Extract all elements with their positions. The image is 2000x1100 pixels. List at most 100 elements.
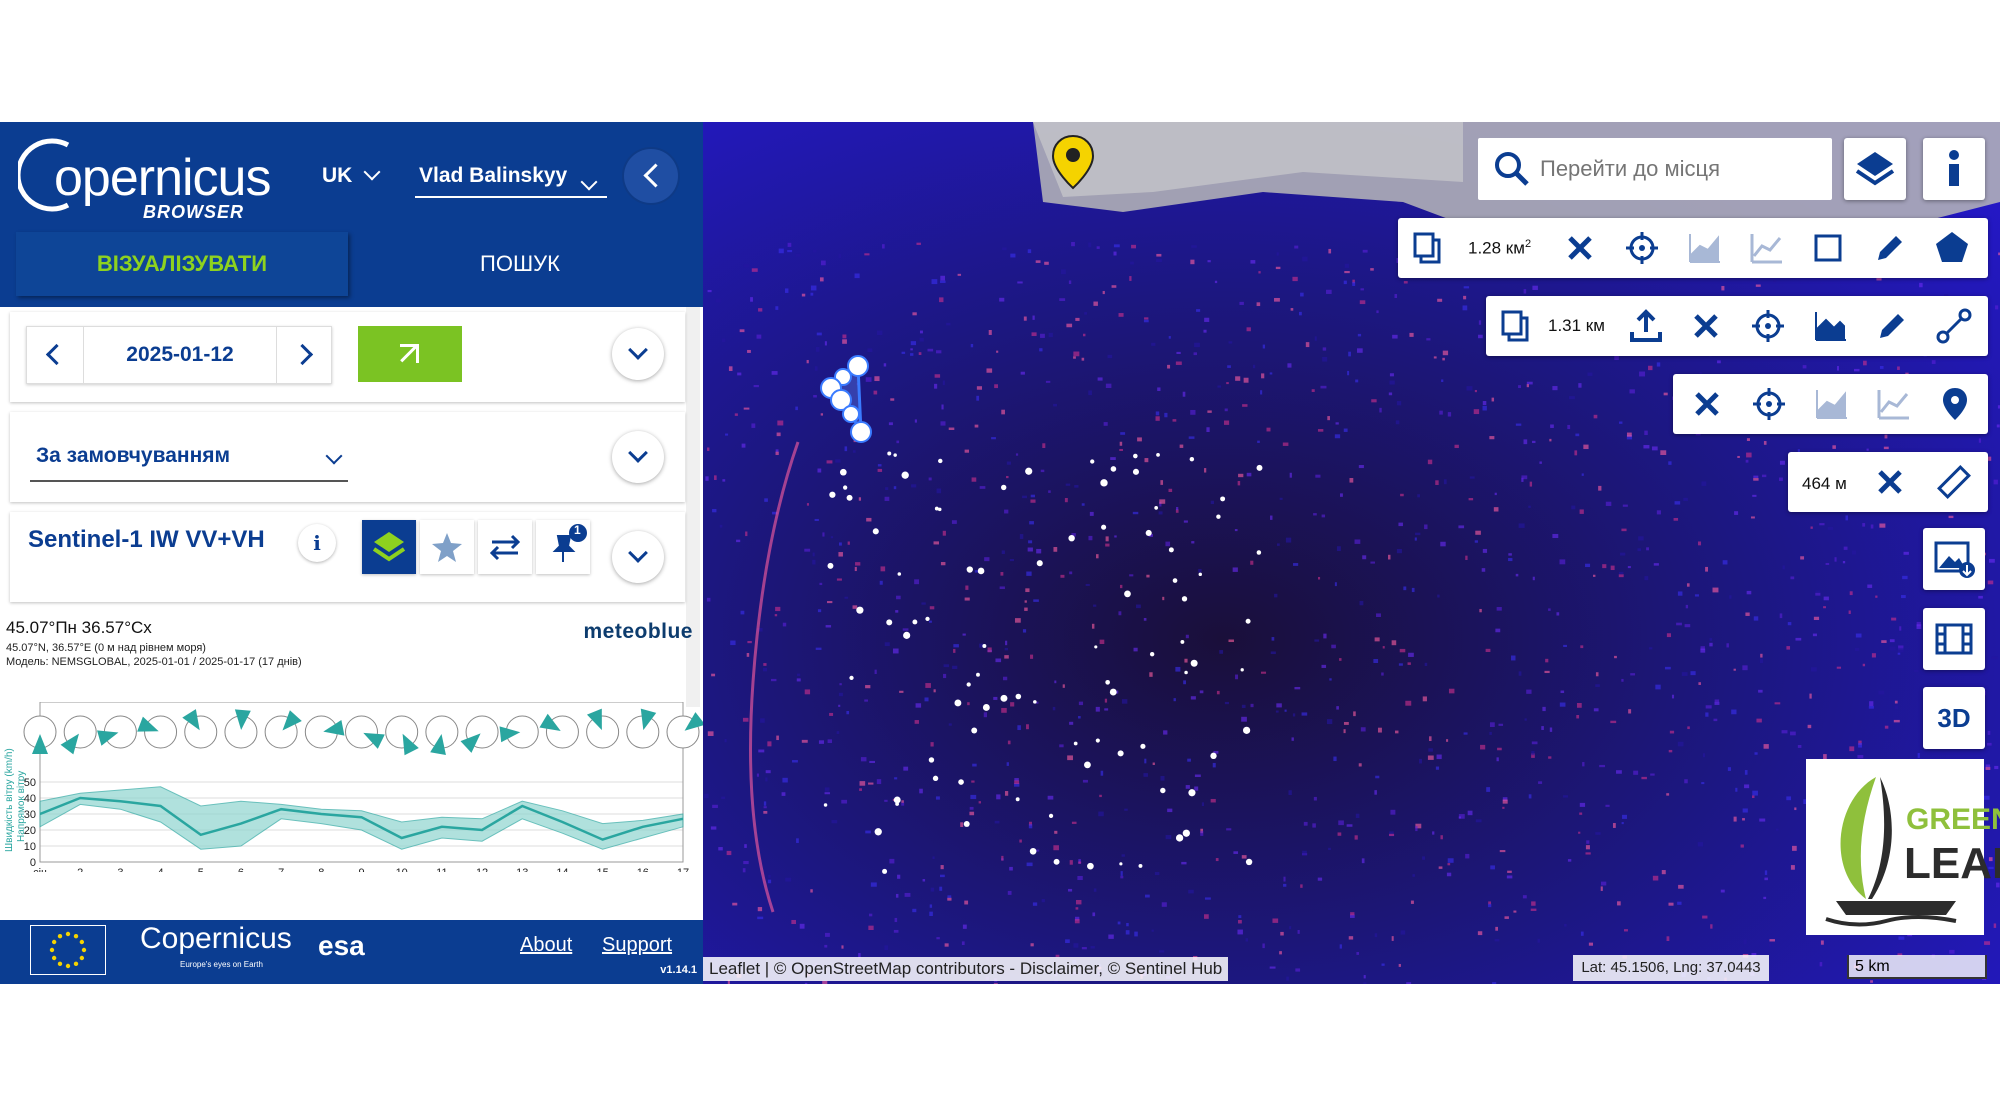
3d-button[interactable]: 3D [1923, 687, 1985, 749]
ship-dot [843, 485, 848, 490]
close-icon[interactable] [1686, 306, 1726, 346]
crosshair-icon[interactable] [1622, 228, 1662, 268]
info-button[interactable] [1923, 138, 1985, 200]
location-marker-icon[interactable] [1051, 134, 1095, 190]
language-select[interactable]: UK [322, 163, 381, 188]
esa-logo[interactable]: esa [318, 930, 365, 962]
copernicus-logo[interactable]: opernicus BROWSER [18, 130, 271, 240]
pencil-icon[interactable] [1872, 306, 1912, 346]
speckle-dot [784, 288, 789, 293]
speckle-dot [1143, 773, 1148, 777]
speckle-dot [1408, 652, 1414, 657]
speckle-dot [1105, 543, 1110, 547]
speckle-dot [1414, 537, 1417, 541]
speckle-dot [1398, 663, 1403, 666]
image-download-button[interactable] [1923, 528, 1985, 590]
speckle-dot [884, 642, 890, 647]
speckle-dot [726, 850, 732, 856]
theme-select[interactable]: За замовчуванням [30, 432, 348, 482]
speckle-dot [974, 424, 979, 428]
speckle-dot [1238, 919, 1242, 924]
speckle-dot [1210, 798, 1216, 803]
speckle-dot [1698, 682, 1701, 685]
map-pin-icon[interactable] [1935, 384, 1975, 424]
copy-icon[interactable] [1496, 306, 1536, 346]
ruler-icon[interactable] [1934, 462, 1974, 502]
expand-layer-button[interactable] [612, 531, 664, 583]
tab-visualize[interactable]: ВІЗУАЛІЗУВАТИ [16, 232, 348, 296]
expand-theme-button[interactable] [612, 431, 664, 483]
speckle-dot [721, 796, 726, 799]
timelapse-button[interactable] [1923, 608, 1985, 670]
ship-dot [1090, 459, 1095, 464]
open-external-button[interactable] [358, 326, 462, 382]
area-chart-icon[interactable] [1684, 228, 1724, 268]
speckle-dot [1677, 591, 1683, 596]
area-chart-icon[interactable] [1811, 384, 1851, 424]
footer-copernicus-logo[interactable]: Copernicus Europe's eyes on Earth [140, 922, 292, 969]
speckle-dot [1526, 384, 1529, 388]
search-icon [1495, 152, 1529, 186]
elevation-profile-icon[interactable] [1810, 306, 1850, 346]
close-icon[interactable] [1560, 228, 1600, 268]
speckle-dot [1494, 938, 1500, 942]
speckle-dot [994, 384, 999, 389]
tab-search[interactable]: ПОШУК [360, 232, 680, 296]
favorite-button[interactable] [420, 520, 474, 574]
speckle-dot [970, 343, 974, 348]
speckle-dot [1048, 332, 1053, 338]
search-input[interactable] [1538, 148, 1822, 190]
close-icon[interactable] [1870, 462, 1910, 502]
swap-icon [489, 534, 521, 561]
next-date-button[interactable] [277, 327, 331, 383]
speckle-dot [1358, 763, 1362, 767]
speckle-dot [1075, 317, 1080, 321]
speckle-dot [1429, 736, 1432, 741]
speckle-dot [1328, 847, 1331, 851]
date-input[interactable]: 2025-01-12 [83, 327, 277, 383]
speckle-dot [1424, 662, 1428, 666]
drawn-polyline[interactable] [803, 352, 883, 462]
speckle-dot [1815, 590, 1821, 593]
copy-icon[interactable] [1408, 228, 1448, 268]
speckle-dot [1124, 808, 1128, 811]
map-attribution[interactable]: Leaflet | © OpenStreetMap contributors -… [703, 957, 1229, 981]
compare-button[interactable] [478, 520, 532, 574]
speckle-dot [1862, 523, 1866, 527]
upload-icon[interactable] [1626, 306, 1666, 346]
line-chart-icon[interactable] [1746, 228, 1786, 268]
line-chart-icon[interactable] [1873, 384, 1913, 424]
line-tool-icon[interactable] [1934, 306, 1974, 346]
speckle-dot [1567, 859, 1572, 862]
location-search[interactable] [1478, 138, 1832, 200]
close-icon[interactable] [1687, 384, 1727, 424]
speckle-dot [758, 749, 765, 753]
pin-button[interactable]: 1 [536, 520, 590, 574]
collapse-panel-button[interactable] [624, 149, 678, 203]
ruler-length: 464 м [1802, 474, 1847, 493]
speckle-dot [819, 277, 824, 282]
meteoblue-logo[interactable]: meteoblue [583, 620, 693, 644]
speckle-dot [799, 923, 805, 929]
user-menu[interactable]: Vlad Balinskyy [415, 162, 608, 198]
speckle-dot [942, 380, 945, 386]
support-link[interactable]: Support [602, 934, 672, 957]
x-tick-label: 17 [677, 867, 689, 872]
layers-button[interactable] [1844, 138, 1906, 200]
expand-date-button[interactable] [612, 328, 664, 380]
layer-info-button[interactable]: i [298, 524, 336, 562]
speckle-dot [1105, 536, 1109, 542]
speckle-dot [895, 610, 899, 613]
map-view[interactable]: 1.28 км2 1.31 км [703, 122, 2000, 984]
pencil-icon[interactable] [1870, 228, 1910, 268]
crosshair-icon[interactable] [1749, 384, 1789, 424]
x-tick-label: 13 [516, 867, 528, 872]
prev-date-button[interactable] [27, 327, 81, 383]
speckle-dot [1158, 950, 1165, 953]
pentagon-icon[interactable] [1932, 228, 1972, 268]
crosshair-icon[interactable] [1748, 306, 1788, 346]
layers-toggle-button[interactable] [362, 520, 416, 574]
square-icon[interactable] [1808, 228, 1848, 268]
about-link[interactable]: About [520, 934, 572, 957]
speckle-dot [1568, 396, 1575, 400]
